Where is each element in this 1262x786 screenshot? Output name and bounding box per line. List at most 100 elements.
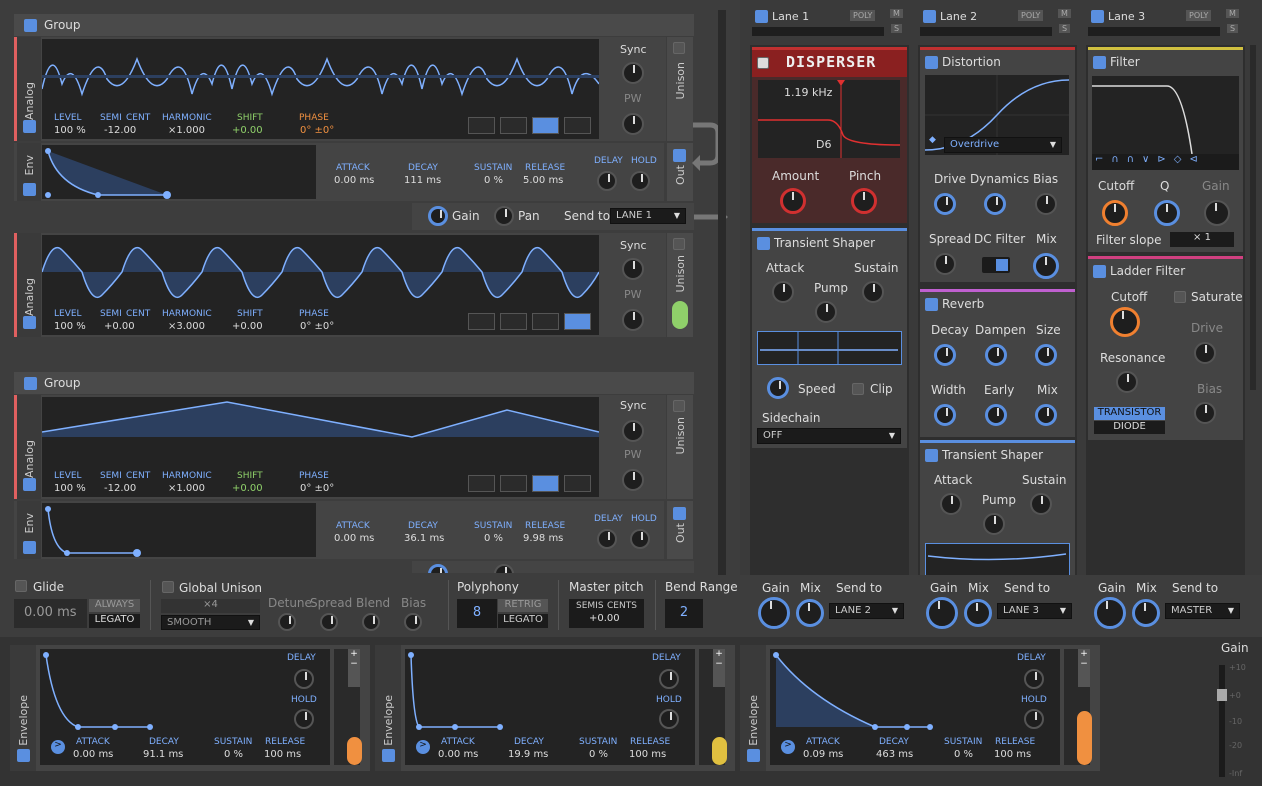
- global-unison-voices[interactable]: ×4: [161, 599, 260, 613]
- envelope2-sustain-value[interactable]: 0 %: [589, 749, 608, 761]
- ladder-diode-button[interactable]: DIODE: [1094, 421, 1165, 434]
- env2-sustain-value[interactable]: 0 %: [484, 533, 503, 545]
- distortion-dynamics-knob[interactable]: [984, 193, 1006, 215]
- envelope1-release-value[interactable]: 100 ms: [264, 749, 301, 761]
- lane1-send-dropdown[interactable]: LANE 2: [829, 603, 904, 619]
- envelope3-delay-knob[interactable]: [1024, 669, 1044, 689]
- level-value[interactable]: 100 %: [54, 483, 86, 495]
- ts1-clip-checkbox[interactable]: [852, 383, 864, 395]
- osc-scrollbar[interactable]: [718, 10, 726, 575]
- reverb-mix-knob[interactable]: [1035, 404, 1057, 426]
- lane2-mix-knob[interactable]: [964, 599, 992, 627]
- lane3-mute-button[interactable]: M: [1226, 9, 1239, 18]
- ts2-sustain-knob[interactable]: [1030, 493, 1052, 515]
- unison-toggle[interactable]: [673, 400, 685, 412]
- shift-value[interactable]: +0.00: [232, 125, 263, 137]
- shift-value[interactable]: +0.00: [232, 483, 263, 495]
- ladder-drive-knob[interactable]: [1194, 342, 1216, 364]
- distortion-spread-knob[interactable]: [934, 253, 956, 275]
- filter-q-knob[interactable]: [1154, 200, 1180, 226]
- envelope3-play-icon[interactable]: >: [781, 740, 795, 754]
- envelope2-hold-knob[interactable]: [659, 709, 679, 729]
- envelope1-hold-knob[interactable]: [294, 709, 314, 729]
- ts1-graph[interactable]: [757, 331, 902, 365]
- ts2-pump-knob[interactable]: [983, 513, 1005, 535]
- unison-toggle[interactable]: [673, 42, 685, 54]
- unison-toggle[interactable]: [673, 238, 685, 250]
- disperser-enable[interactable]: [757, 57, 769, 69]
- phase-value[interactable]: 0° ±0°: [300, 483, 334, 495]
- lane3-gain-knob[interactable]: [1094, 597, 1126, 629]
- env2-tab[interactable]: Env: [23, 513, 36, 533]
- disperser-display[interactable]: 1.19 kHz D6: [758, 80, 900, 158]
- level-value[interactable]: 100 %: [54, 125, 86, 137]
- saw-wave-button[interactable]: [468, 475, 495, 492]
- filter-type-selector[interactable]: ⌐∩∩∨⊳◇⊲: [1092, 154, 1239, 170]
- lane2-send-dropdown[interactable]: LANE 3: [997, 603, 1072, 619]
- lane2-gain-knob[interactable]: [926, 597, 958, 629]
- envelope1-delay-knob[interactable]: [294, 669, 314, 689]
- filter-enable[interactable]: [1093, 56, 1106, 69]
- envelope2-delay-knob[interactable]: [659, 669, 679, 689]
- sync-knob[interactable]: [622, 258, 644, 280]
- blend-knob[interactable]: [362, 613, 380, 631]
- reverb-early-knob[interactable]: [985, 404, 1007, 426]
- group1-gain-knob[interactable]: [428, 206, 448, 226]
- harmonic-value[interactable]: ×3.000: [168, 321, 205, 333]
- envelope3-attack-value[interactable]: 0.09 ms: [803, 749, 843, 761]
- phase-value[interactable]: 0° ±0°: [300, 321, 334, 333]
- lane1-solo-button[interactable]: S: [891, 24, 903, 33]
- envelope2-zoom-buttons[interactable]: + −: [713, 649, 725, 687]
- pw-knob[interactable]: [622, 309, 644, 331]
- group1-pan-knob[interactable]: [494, 206, 514, 226]
- detune-knob[interactable]: [278, 613, 296, 631]
- glide-time-field[interactable]: 0.00 ms: [14, 599, 87, 628]
- osc1-enable[interactable]: [23, 120, 36, 133]
- reverb-width-knob[interactable]: [934, 404, 956, 426]
- reverb-decay-knob[interactable]: [934, 344, 956, 366]
- envelope3-decay-value[interactable]: 463 ms: [876, 749, 913, 761]
- pw-knob[interactable]: [622, 113, 644, 135]
- ts1-enable[interactable]: [757, 237, 770, 250]
- env1-enable[interactable]: [23, 183, 36, 196]
- envelope3-hold-knob[interactable]: [1024, 709, 1044, 729]
- polyphony-field[interactable]: 8: [457, 599, 497, 628]
- lane1-poly-button[interactable]: POLY: [850, 10, 876, 21]
- saw-wave-button[interactable]: [468, 313, 495, 330]
- harmonic-value[interactable]: ×1.000: [168, 483, 205, 495]
- ts2-graph[interactable]: [925, 543, 1070, 577]
- group2-gain-knob[interactable]: [428, 564, 448, 573]
- filter-response[interactable]: [1092, 76, 1239, 154]
- ts1-attack-knob[interactable]: [772, 281, 794, 303]
- shift-value[interactable]: +0.00: [232, 321, 263, 333]
- envelope3-zoom-buttons[interactable]: + −: [1078, 649, 1090, 687]
- env1-decay-value[interactable]: 111 ms: [404, 175, 441, 187]
- group2-enable[interactable]: [24, 377, 37, 390]
- ladder-cutoff-knob[interactable]: [1110, 307, 1140, 337]
- envelope1-enable[interactable]: [17, 749, 30, 762]
- env1-hold-knob[interactable]: [630, 171, 650, 191]
- envelope3-mod-icon[interactable]: [1077, 711, 1092, 765]
- osc1-tab[interactable]: Analog: [23, 82, 36, 120]
- env2-hold-knob[interactable]: [630, 529, 650, 549]
- ladder-saturate-checkbox[interactable]: [1174, 291, 1186, 303]
- distortion-mix-knob[interactable]: [1033, 253, 1059, 279]
- dc-filter-toggle[interactable]: [982, 257, 1010, 273]
- lane-scrollbar[interactable]: [1250, 45, 1256, 390]
- ts1-speed-knob[interactable]: [767, 377, 789, 399]
- semi-value[interactable]: +0.00: [104, 321, 135, 333]
- pw-knob[interactable]: [622, 469, 644, 491]
- lane1-enable[interactable]: [755, 10, 768, 23]
- envelope1-decay-value[interactable]: 91.1 ms: [143, 749, 183, 761]
- add-osc-icon[interactable]: [672, 301, 688, 329]
- group1-enable[interactable]: [24, 19, 37, 32]
- env2-enable[interactable]: [23, 541, 36, 554]
- spread-knob[interactable]: [320, 613, 338, 631]
- glide-always-button[interactable]: ALWAYS: [89, 599, 140, 612]
- env1-attack-value[interactable]: 0.00 ms: [334, 175, 374, 187]
- env2-attack-value[interactable]: 0.00 ms: [334, 533, 374, 545]
- group1-send-dropdown[interactable]: LANE 1: [610, 208, 686, 224]
- envelope3-release-value[interactable]: 100 ms: [994, 749, 1031, 761]
- envelope1-attack-value[interactable]: 0.00 ms: [73, 749, 113, 761]
- reverb-size-knob[interactable]: [1035, 344, 1057, 366]
